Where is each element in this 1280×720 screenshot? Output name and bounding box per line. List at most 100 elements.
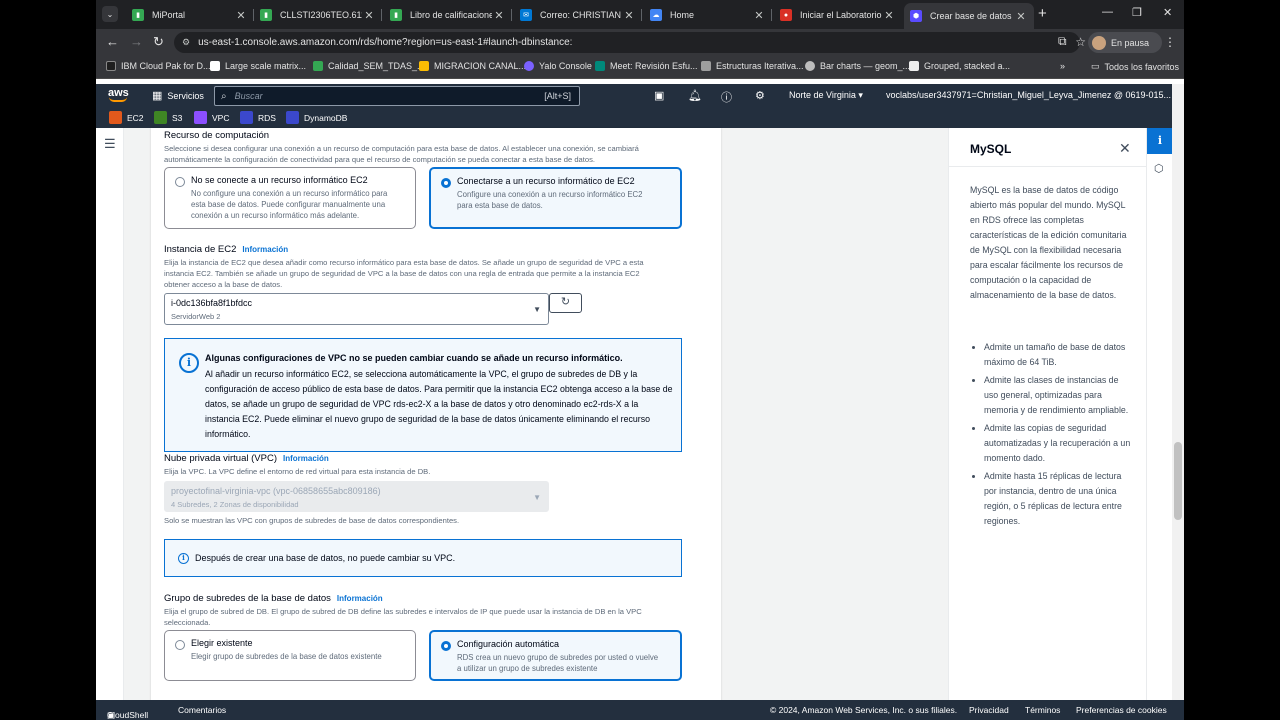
tab-gradebook[interactable]: ▮ Libro de calificaciones ✕ [384, 4, 512, 26]
privacy-link[interactable]: Privacidad [969, 705, 1009, 715]
aws-footer: ▣ CloudShell Comentarios © 2024, Amazon … [96, 700, 1184, 720]
tab-favicon-icon: ⬢ [910, 10, 922, 22]
refresh-button[interactable]: ↻ [549, 293, 582, 313]
list-item: Admite hasta 15 réplicas de lectura por … [984, 469, 1132, 529]
maximize-icon[interactable]: ❐ [1132, 6, 1142, 19]
close-tab-icon[interactable]: ✕ [882, 9, 896, 22]
tutorial-icon[interactable]: ⬡ [1154, 162, 1164, 175]
help-bullets: Admite un tamaño de base de datos máximo… [984, 340, 1132, 532]
option-connect-ec2[interactable]: Conectarse a un recurso informático de E… [429, 167, 682, 229]
option-no-ec2[interactable]: No se conecte a un recurso informático E… [164, 167, 416, 229]
favorite-dynamodb[interactable]: DynamoDB [286, 111, 347, 124]
radio-button-selected[interactable] [441, 641, 451, 651]
info-link[interactable]: Información [337, 594, 383, 603]
tab-title: Crear base de datos | [930, 11, 1014, 21]
bookmark-item[interactable]: IBM Cloud Pak for D... [106, 61, 211, 71]
favorite-ec2[interactable]: EC2 [109, 111, 144, 124]
tab-course[interactable]: ▮ CLLSTI2306TEO.611.20 ✕ [254, 4, 382, 26]
tab-title: Iniciar el Laboratorio d [800, 10, 882, 20]
favorite-rds[interactable]: RDS [240, 111, 276, 124]
help-intro: MySQL es la base de datos de código abie… [970, 185, 1127, 300]
minimize-icon[interactable]: — [1102, 6, 1113, 18]
radio-button[interactable] [175, 640, 185, 650]
bookmark-item[interactable]: Yalo Console [524, 61, 592, 71]
reload-icon[interactable]: ↻ [153, 34, 164, 50]
ec2-instance-select[interactable]: i-0dc136bfa8f1bfdcc ServidorWeb 2 ▼ [164, 293, 549, 325]
bookmark-icon [106, 61, 116, 71]
scrollbar-thumb[interactable] [1174, 442, 1182, 520]
tab-favicon-icon: ✉ [520, 9, 532, 21]
tab-home[interactable]: ☁ Home ✕ [644, 4, 772, 26]
tab-favicon-icon: ▮ [260, 9, 272, 21]
close-tab-icon[interactable]: ✕ [492, 9, 506, 22]
close-icon[interactable]: ✕ [1119, 140, 1131, 157]
bookmark-icon [701, 61, 711, 71]
bookmark-item[interactable]: Large scale matrix... [210, 61, 306, 71]
site-info-icon[interactable]: ⚙ [182, 37, 190, 48]
terms-link[interactable]: Términos [1025, 705, 1060, 715]
help-icon[interactable]: ⓘ [721, 89, 732, 105]
ec2-icon [109, 111, 122, 124]
close-tab-icon[interactable]: ✕ [1014, 10, 1028, 23]
bookmark-item[interactable]: Calidad_SEM_TDAS_... [313, 61, 425, 71]
aws-search-input[interactable]: ⌕ Buscar [Alt+S] [214, 86, 580, 106]
info-link[interactable]: Información [283, 454, 329, 463]
vpc-info-alert: i Algunas configuraciones de VPC no se p… [164, 338, 682, 452]
extensions-icon[interactable]: ⧉ [1058, 34, 1067, 49]
notifications-bell-icon[interactable]: 🔔︎ [688, 89, 702, 102]
region-selector[interactable]: Norte de Virginia ▾ [789, 90, 863, 101]
info-panel-icon[interactable]: i [1147, 128, 1173, 154]
cloudshell-icon[interactable]: ▣ [654, 89, 664, 102]
side-nav-rail: ☰ [96, 128, 124, 700]
close-tab-icon[interactable]: ✕ [362, 9, 376, 22]
hamburger-menu-icon[interactable]: ☰ [104, 136, 116, 152]
back-icon[interactable]: ← [106, 34, 119, 50]
option-existing-subnet[interactable]: Elegir existente Elegir grupo de subrede… [164, 630, 416, 681]
tab-search-icon[interactable]: ⌄ [102, 6, 118, 22]
forward-icon[interactable]: → [130, 34, 143, 50]
feedback-link[interactable]: Comentarios [178, 705, 226, 715]
copyright-text: © 2024, Amazon Web Services, Inc. o sus … [770, 705, 958, 715]
close-tab-icon[interactable]: ✕ [622, 9, 636, 22]
bookmark-star-icon[interactable]: ☆ [1075, 35, 1086, 49]
more-bookmarks-icon[interactable]: » [1060, 61, 1065, 71]
close-tab-icon[interactable]: ✕ [234, 9, 248, 22]
tab-title: CLLSTI2306TEO.611.20 [280, 10, 362, 20]
browser-menu-icon[interactable]: ⋮ [1164, 35, 1176, 49]
aws-favorites-bar: EC2 S3 VPC RDS DynamoDB [96, 108, 1184, 128]
aws-logo[interactable]: aws [108, 87, 129, 102]
profile-button[interactable]: En pausa [1088, 32, 1162, 53]
bookmark-icon [595, 61, 605, 71]
bookmark-item[interactable]: Grouped, stacked a... [909, 61, 1010, 71]
close-tab-icon[interactable]: ✕ [752, 9, 766, 22]
all-bookmarks-folder[interactable]: ▭ Todos los favoritos [1091, 61, 1179, 72]
option-auto-subnet[interactable]: Configuración automática RDS crea un nue… [429, 630, 682, 681]
search-icon: ⌕ [221, 90, 227, 102]
address-bar[interactable]: ⚙ us-east-1.console.aws.amazon.com/rds/h… [174, 32, 1086, 53]
tab-mail[interactable]: ✉ Correo: CHRISTIAN MI ✕ [514, 4, 642, 26]
ec2-desc: instancia EC2. También se añade un grupo… [164, 269, 640, 278]
tab-create-database[interactable]: ⬢ Crear base de datos | ✕ [904, 3, 1034, 29]
new-tab-icon[interactable]: + [1038, 5, 1047, 22]
avatar [1092, 35, 1106, 50]
bookmark-item[interactable]: Estructuras Iterativa... [701, 61, 804, 71]
services-menu-button[interactable]: ▦ Servicios [152, 89, 204, 102]
cookie-preferences-link[interactable]: Preferencias de cookies [1076, 705, 1167, 715]
tab-lab[interactable]: ● Iniciar el Laboratorio d ✕ [774, 4, 902, 26]
account-menu[interactable]: voclabs/user3437971=Christian_Miguel_Ley… [886, 90, 1178, 101]
folder-icon: ▭ [1091, 61, 1100, 71]
settings-gear-icon[interactable]: ⚙ [755, 89, 765, 102]
bookmark-icon [210, 61, 220, 71]
tab-miportal[interactable]: ▮ MiPortal ✕ [126, 4, 254, 26]
radio-button[interactable] [175, 177, 185, 187]
bookmark-item[interactable]: Bar charts — geom_... [805, 61, 910, 71]
bookmark-item[interactable]: Meet: Revisión Esfu... [595, 61, 698, 71]
page-scrollbar[interactable] [1172, 84, 1184, 700]
radio-button-selected[interactable] [441, 178, 451, 188]
profile-status: En pausa [1111, 37, 1150, 48]
favorite-s3[interactable]: S3 [154, 111, 182, 124]
bookmark-item[interactable]: MIGRACION CANAL... [419, 61, 526, 71]
close-window-icon[interactable]: ✕ [1163, 6, 1172, 19]
favorite-vpc[interactable]: VPC [194, 111, 229, 124]
info-link[interactable]: Información [242, 245, 288, 254]
